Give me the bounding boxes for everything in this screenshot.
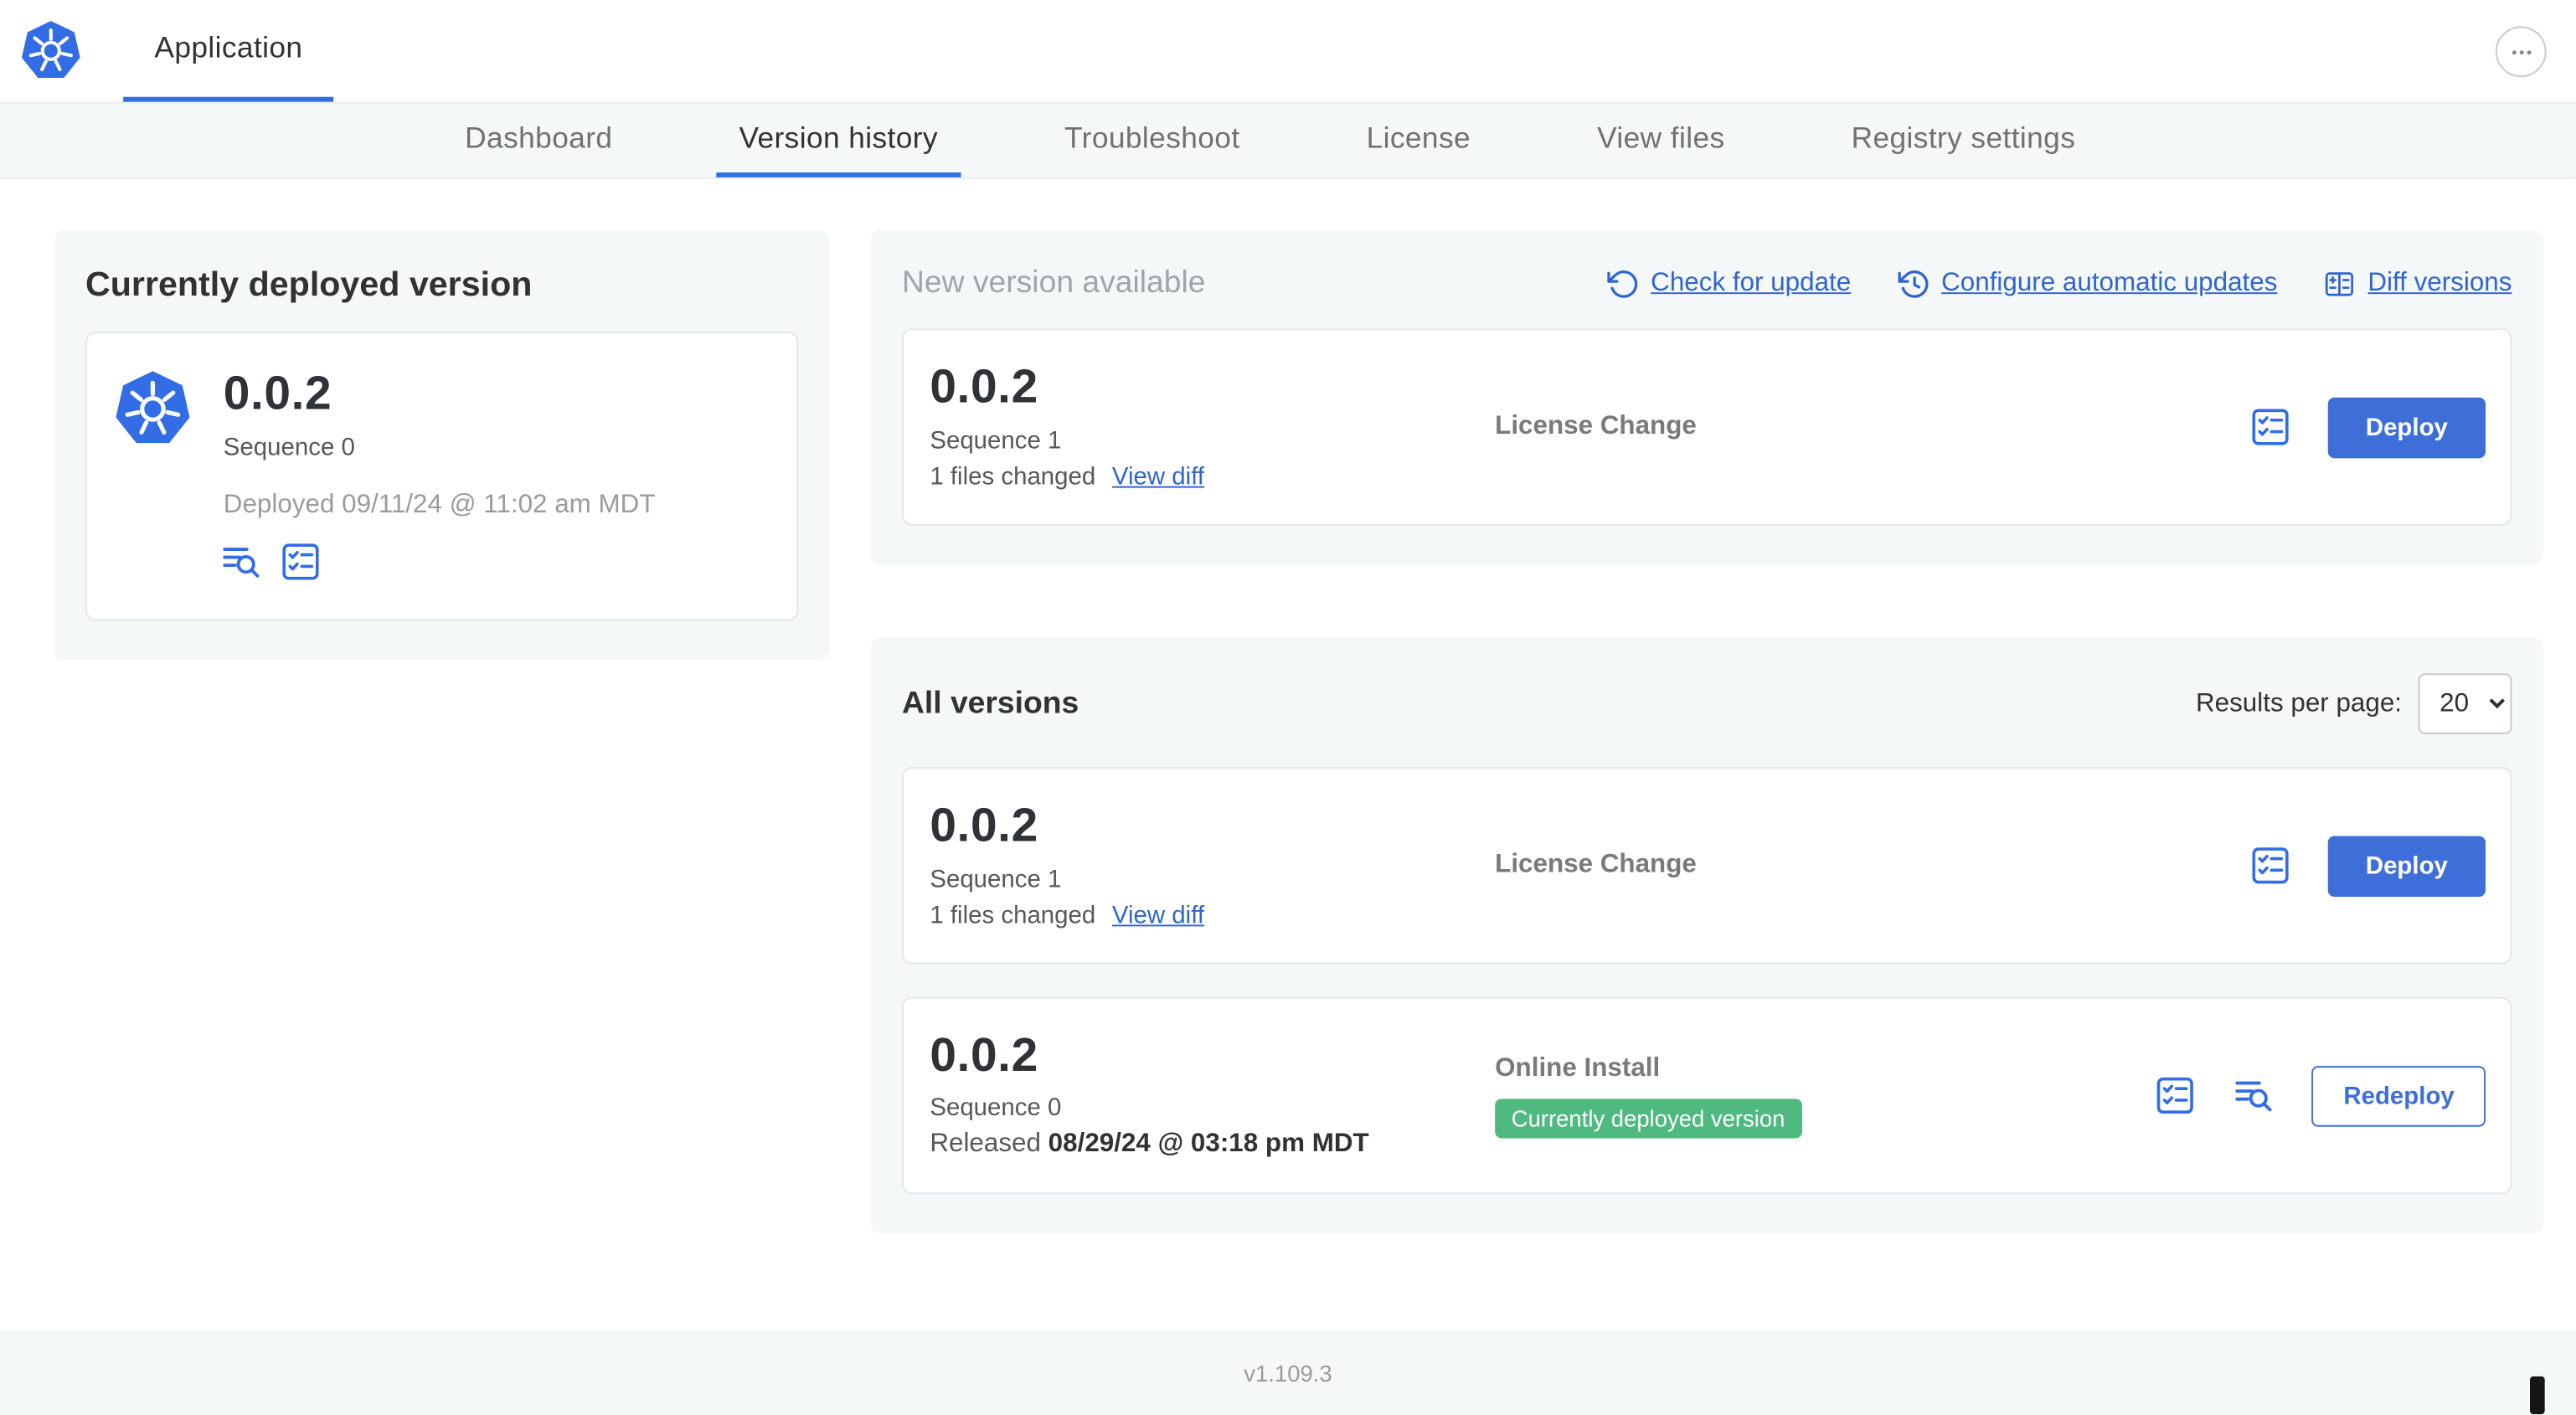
release-notes-button[interactable] [2233,1074,2276,1117]
view-diff-link[interactable]: View diff [1112,463,1204,491]
preflight-checks-button[interactable] [2249,844,2292,887]
app-header: Application [0,0,2576,104]
secondary-nav: Dashboard Version history Troubleshoot L… [0,103,2576,179]
tab-registry-settings[interactable]: Registry settings [1828,104,2099,178]
new-version-row: 0.0.2 Sequence 1 1 files changed View di… [901,328,2512,526]
sequence-label: Sequence 0 [223,433,355,462]
app-tab-label: Application [154,31,303,64]
release-notes-icon [2233,1074,2276,1117]
results-per-page-label: Results per page: [2195,688,2403,718]
sequence-label: Sequence 0 [930,1094,1062,1123]
preflight-checks-button[interactable] [279,540,322,583]
ellipsis-icon [2506,37,2536,66]
version-number: 0.0.2 [930,361,1038,414]
currently-deployed-panel: Currently deployed version 0.0.2 Sequenc… [54,229,830,661]
view-diff-link[interactable]: View diff [1112,902,1204,929]
results-per-page: Results per page: 20 [2196,673,2512,734]
diff-versions-link[interactable]: Diff versions [2323,268,2512,301]
new-version-heading: New version available [901,265,1206,301]
sequence-label: Sequence 1 [930,426,1062,455]
deploy-button[interactable]: Deploy [2327,835,2486,897]
preflight-checks-button[interactable] [2155,1074,2197,1117]
sequence-label: Sequence 1 [930,865,1062,894]
version-row: 0.0.2 Sequence 1 1 files changed View di… [901,767,2512,965]
released-label: Released [930,1130,1041,1159]
version-source-label: License Change [1495,851,1697,879]
check-for-update-label: Check for update [1651,269,1852,298]
version-number: 0.0.2 [930,800,1038,853]
deploy-button[interactable]: Deploy [2327,396,2486,458]
diff-icon [2323,268,2356,301]
configure-automatic-updates-link[interactable]: Configure automatic updates [1897,268,2277,301]
tab-license[interactable]: License [1343,104,1493,178]
more-options-button[interactable] [2495,26,2547,78]
tab-view-files[interactable]: View files [1574,104,1748,178]
app-tab-application[interactable]: Application [123,0,334,102]
app-footer: v1.109.3 [0,1330,2576,1415]
refresh-icon [1606,268,1639,301]
release-notes-icon [220,540,263,583]
scrollbar-thumb[interactable] [2530,1376,2545,1415]
tab-version-history[interactable]: Version history [716,104,961,178]
version-actions: Check for update Configure automatic upd… [1606,268,2512,301]
version-info: 0.0.2 Sequence 0 [223,368,355,462]
configure-automatic-updates-label: Configure automatic updates [1941,269,2278,298]
currently-deployed-heading: Currently deployed version [85,265,533,304]
main-content: Currently deployed version 0.0.2 Sequenc… [0,178,2576,1234]
preflight-checks-icon [279,540,322,583]
all-versions-heading: All versions [901,686,1079,721]
files-changed-label: 1 files changed [930,463,1096,491]
tab-dashboard[interactable]: Dashboard [442,104,636,178]
version-row: 0.0.2 Sequence 0 Released 08/29/24 @ 03:… [901,996,2512,1195]
kubernetes-logo [20,20,83,83]
preflight-checks-button[interactable] [2249,406,2292,449]
new-version-panel: New version available Check for update C… [870,229,2543,565]
released-date: 08/29/24 @ 03:18 pm MDT [1048,1130,1369,1159]
version-source-label: Online Install [1495,1053,1661,1082]
currently-deployed-badge: Currently deployed version [1495,1098,1802,1138]
files-changed-label: 1 files changed [930,901,1096,930]
right-column: New version available Check for update C… [870,229,2543,1234]
check-for-update-link[interactable]: Check for update [1606,268,1851,301]
deployed-version-card: 0.0.2 Sequence 0 Deployed 09/11/24 @ 11:… [85,332,799,621]
version-source-label: License Change [1495,412,1697,440]
schedule-icon [1897,268,1929,301]
tab-troubleshoot[interactable]: Troubleshoot [1042,104,1263,178]
redeploy-button[interactable]: Redeploy [2312,1065,2486,1126]
preflight-checks-icon [2249,406,2292,449]
page: Application Dashboard Version history Tr… [0,0,2576,1415]
preflight-checks-icon [2155,1074,2197,1117]
version-number: 0.0.2 [223,368,332,421]
version-number: 0.0.2 [930,1029,1038,1082]
diff-versions-label: Diff versions [2367,269,2512,298]
preflight-checks-icon [2249,844,2292,887]
kubernetes-logo [113,369,192,448]
deployed-date: Deployed 09/11/24 @ 11:02 am MDT [223,491,656,519]
release-notes-button[interactable] [220,540,263,583]
app-version-label: v1.109.3 [1244,1359,1332,1386]
results-per-page-select[interactable]: 20 [2418,673,2512,734]
all-versions-panel: All versions Results per page: 20 0.0.2 … [870,637,2543,1234]
